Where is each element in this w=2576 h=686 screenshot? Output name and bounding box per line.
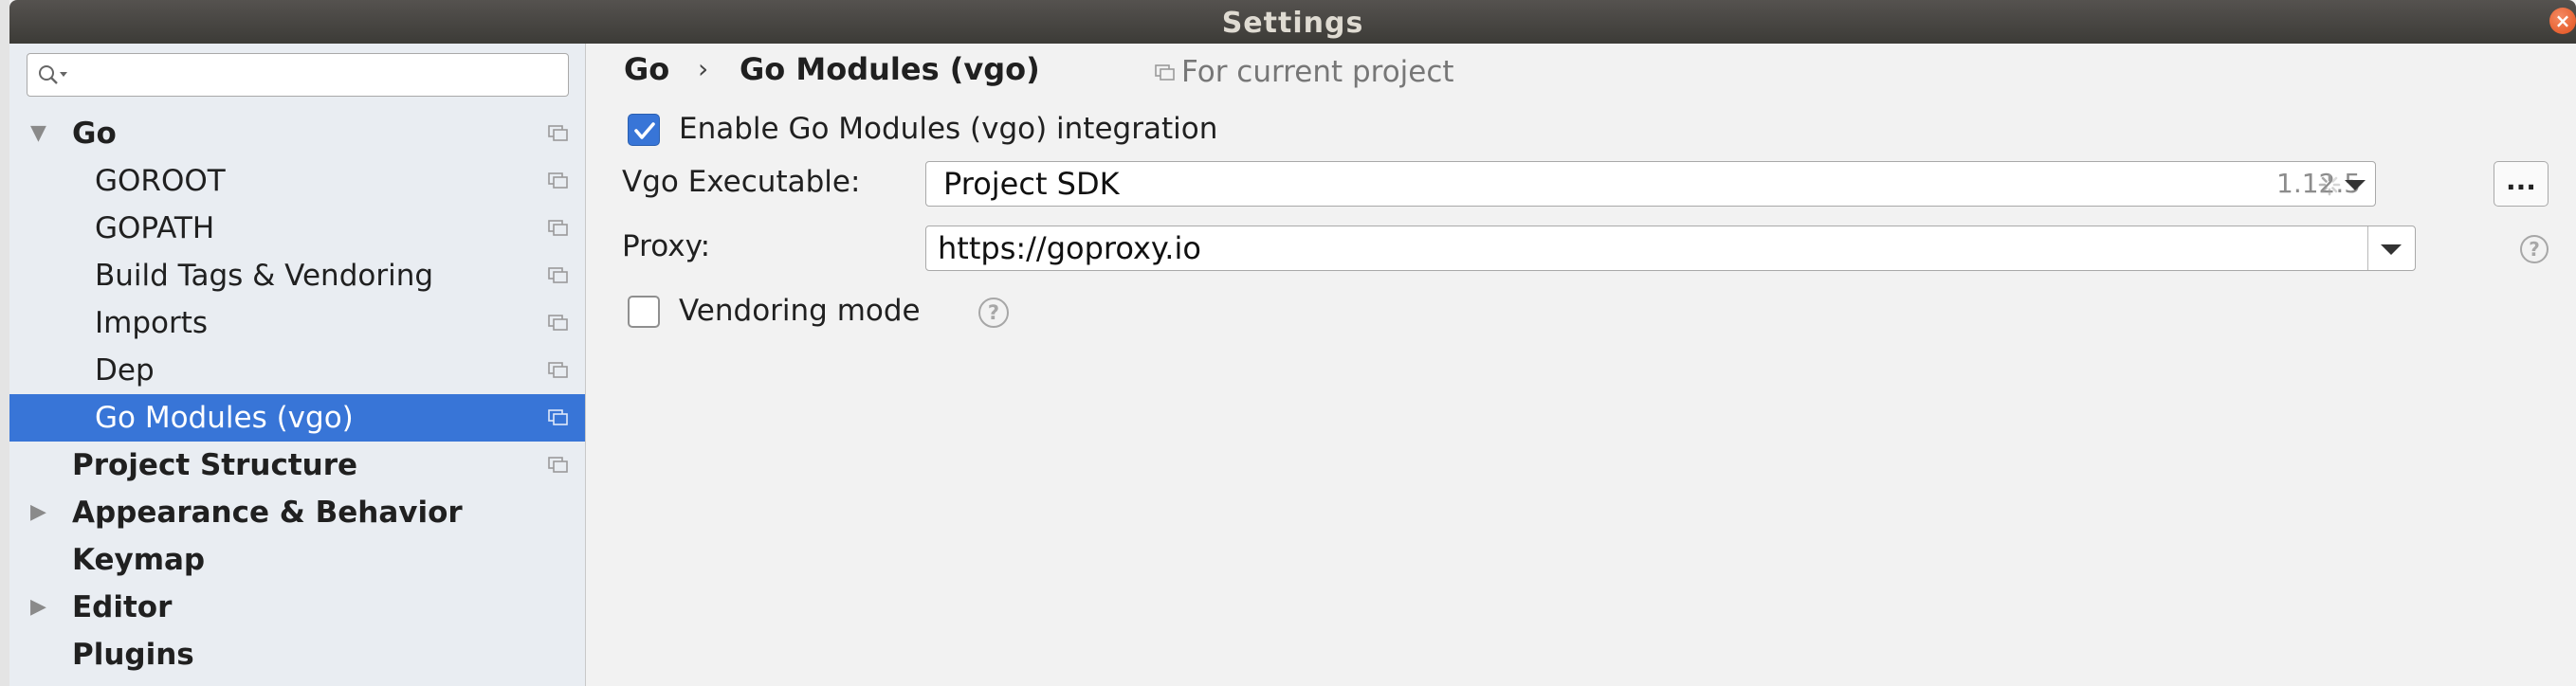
copy-icon (548, 409, 568, 425)
collapse-arrow-icon[interactable]: ▼ (30, 110, 46, 157)
copy-icon (548, 125, 568, 141)
vendoring-mode-checkbox[interactable] (628, 296, 660, 328)
proxy-label: Proxy: (622, 229, 711, 263)
copy-icon (548, 362, 568, 378)
vgo-executable-select[interactable]: Project SDK 1.12.5 (925, 161, 2376, 207)
enable-vgo-checkbox[interactable] (628, 114, 660, 146)
search-icon (39, 65, 67, 84)
sidebar-item-editor[interactable]: ▶ Editor (9, 584, 585, 631)
sidebar-item-label: Keymap (72, 543, 206, 577)
sidebar-item-dep[interactable]: Dep (9, 347, 585, 394)
background-window-edge (0, 0, 9, 686)
sidebar-item-label: Imports (95, 306, 209, 340)
settings-content: Go › Go Modules (vgo) For current projec… (597, 44, 2576, 686)
copy-icon (548, 457, 568, 473)
proxy-divider (2367, 226, 2368, 270)
copy-icon (548, 315, 568, 331)
copy-icon (548, 172, 568, 189)
dropdown-caret-icon[interactable] (2381, 244, 2402, 255)
copy-icon (1155, 64, 1175, 81)
vendoring-mode-label[interactable]: Vendoring mode (679, 294, 921, 328)
sidebar-item-gopath[interactable]: GOPATH (9, 205, 585, 252)
browse-button[interactable]: ... (2494, 161, 2549, 207)
window-title: Settings (1221, 7, 1364, 40)
copy-icon (548, 267, 568, 283)
vgo-executable-label: Vgo Executable: (622, 165, 861, 199)
help-icon[interactable]: ? (2520, 235, 2549, 263)
sidebar-item-label: Project Structure (72, 448, 358, 482)
sidebar-item-plugins[interactable]: Plugins (9, 631, 585, 678)
proxy-value: https://goproxy.io (938, 230, 1201, 266)
settings-sidebar: ▼ Go GOROOT GOPATH Build Tags & Vendorin… (9, 44, 586, 686)
sidebar-item-label: Appearance & Behavior (72, 496, 463, 530)
copy-icon (548, 220, 568, 236)
sidebar-item-label: Go Modules (vgo) (95, 401, 354, 435)
sidebar-item-label: Build Tags & Vendoring (95, 259, 434, 293)
expand-arrow-icon[interactable]: ▶ (30, 489, 46, 536)
close-button[interactable]: × (2549, 8, 2576, 34)
title-bar[interactable]: Settings × (9, 0, 2576, 44)
close-icon: × (2554, 9, 2571, 32)
sidebar-item-go[interactable]: ▼ Go (9, 110, 585, 157)
proxy-input[interactable]: https://goproxy.io (925, 226, 2416, 271)
sidebar-item-goroot[interactable]: GOROOT (9, 157, 585, 205)
sidebar-item-label: Go (72, 117, 117, 151)
sidebar-item-keymap[interactable]: Keymap (9, 536, 585, 584)
sidebar-item-label: Dep (95, 353, 155, 388)
settings-dialog: Settings × ▼ Go GOROOT GOPATH Build Tags… (9, 0, 2576, 686)
sidebar-item-imports[interactable]: Imports (9, 299, 585, 347)
breadcrumb-root[interactable]: Go (624, 51, 669, 87)
checkmark-icon (634, 122, 655, 139)
enable-vgo-label[interactable]: Enable Go Modules (vgo) integration (679, 112, 1217, 146)
breadcrumb-separator: › (698, 53, 709, 84)
dropdown-caret-icon[interactable] (2345, 180, 2366, 190)
sidebar-item-project-structure[interactable]: Project Structure (9, 442, 585, 489)
sidebar-item-appearance[interactable]: ▶ Appearance & Behavior (9, 489, 585, 536)
vgo-executable-value: Project SDK (943, 166, 1120, 202)
sidebar-item-label: GOPATH (95, 211, 215, 245)
sidebar-item-label: Plugins (72, 638, 194, 672)
help-icon[interactable]: ? (978, 298, 1009, 328)
spinner-icon (2318, 173, 2341, 196)
sidebar-item-go-modules[interactable]: Go Modules (vgo) (9, 394, 585, 442)
search-input[interactable] (27, 53, 569, 97)
expand-arrow-icon[interactable]: ▶ (30, 584, 46, 631)
sidebar-item-label: GOROOT (95, 164, 226, 198)
sidebar-item-build-tags[interactable]: Build Tags & Vendoring (9, 252, 585, 299)
scope-label: For current project (1181, 55, 1454, 89)
breadcrumb-current: Go Modules (vgo) (740, 51, 1040, 87)
sidebar-item-label: Editor (72, 590, 173, 624)
